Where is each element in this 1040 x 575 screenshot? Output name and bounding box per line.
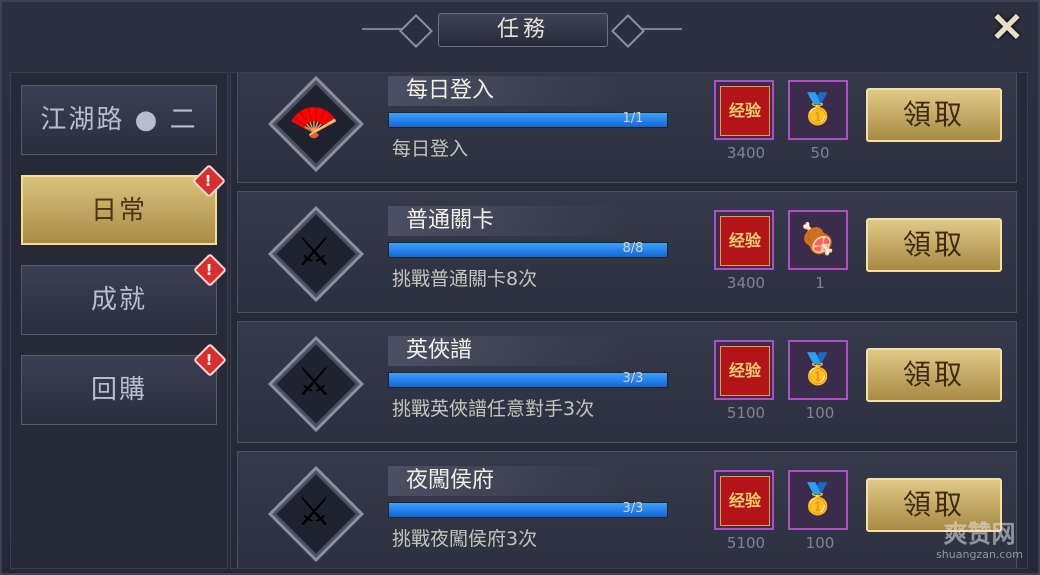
progress-text: 3/3	[622, 501, 644, 516]
title-ornament-right	[611, 14, 645, 48]
reward-count: 5100	[726, 534, 766, 552]
task-description: 挑戰夜闖侯府3次	[392, 528, 538, 550]
title-ornament-line	[362, 28, 402, 30]
task-description: 挑戰英俠譜任意對手3次	[392, 398, 595, 420]
reward-count: 50	[810, 144, 830, 162]
task-row: 🪭 每日登入 1/1 每日登入 经验 3400 🥇 50 領取	[237, 73, 1017, 183]
title-bar: 任務	[362, 9, 682, 49]
task-list[interactable]: 🪭 每日登入 1/1 每日登入 经验 3400 🥇 50 領取 ⚔ 普通關卡 8…	[230, 72, 1028, 569]
tab-label: 回購	[90, 375, 147, 405]
reward-gold[interactable]: 🥇 100	[788, 340, 848, 422]
claim-button[interactable]: 領取	[866, 218, 1002, 272]
gold-ingot-icon: 🥇	[799, 92, 837, 127]
gold-ingot-icon: 🥇	[799, 352, 837, 387]
progress-text: 3/3	[622, 371, 644, 386]
exp-scroll-icon: 经验	[720, 86, 770, 136]
tab-buyback[interactable]: 回購 !	[21, 343, 227, 425]
meat-dish-icon: 🍖	[799, 222, 837, 257]
tab-label: 江湖路 ● 二	[40, 105, 198, 135]
crossed-blades-emblem-icon: ⚔	[296, 359, 332, 405]
reward-exp[interactable]: 经验 5100	[714, 340, 774, 422]
site-watermark: 爽赞网 shuangzan.com	[922, 520, 1037, 574]
reward-exp[interactable]: 经验 3400	[714, 210, 774, 292]
tab-achievement[interactable]: 成就 !	[21, 253, 227, 335]
tab-daily[interactable]: 日常 !	[21, 164, 226, 245]
reward-exp[interactable]: 经验 5100	[714, 470, 774, 552]
watermark-url: shuangzan.com	[936, 548, 1023, 561]
progress-text: 8/8	[622, 241, 644, 256]
task-name: 夜闖侯府	[388, 466, 628, 496]
reward-count: 3400	[726, 144, 766, 162]
reward-count: 5100	[726, 404, 766, 422]
quest-window: 任務 ✕ 江湖路 ● 二 日常 ! 成就 ! 回購 ! 🪭 每日登入 1/1 每…	[0, 0, 1040, 575]
reward-count: 100	[805, 404, 835, 422]
task-description: 每日登入	[392, 138, 469, 160]
task-description: 挑戰普通關卡8次	[392, 268, 538, 290]
title-ornament-left	[399, 14, 433, 48]
reward-count: 3400	[726, 274, 766, 292]
tab-jianghu-road[interactable]: 江湖路 ● 二	[21, 85, 217, 155]
watermark-logo: 爽赞网	[943, 520, 1016, 548]
close-button[interactable]: ✕	[982, 6, 1032, 50]
task-row: ⚔ 夜闖侯府 3/3 挑戰夜闖侯府3次 经验 5100 🥇 100 領取	[237, 451, 1017, 568]
reward-count: 100	[805, 534, 835, 552]
alert-badge: !	[192, 164, 226, 198]
category-sidebar: 江湖路 ● 二 日常 ! 成就 ! 回購 !	[10, 72, 228, 569]
exp-scroll-icon: 经验	[720, 476, 770, 526]
page-title: 任務	[438, 13, 608, 47]
task-row: ⚔ 普通關卡 8/8 挑戰普通關卡8次 经验 3400 🍖 1 領取	[237, 191, 1017, 313]
claim-button[interactable]: 領取	[866, 348, 1002, 402]
alert-badge: !	[193, 343, 227, 377]
tab-label: 成就	[90, 285, 147, 315]
exclamation-icon: !	[204, 172, 214, 190]
task-icon-frame: 🪭	[267, 75, 365, 173]
exp-scroll-icon: 经验	[720, 346, 770, 396]
claim-button[interactable]: 領取	[866, 88, 1002, 142]
task-icon-frame: ⚔	[267, 465, 365, 563]
reward-gold[interactable]: 🥇 100	[788, 470, 848, 552]
reward-count: 1	[815, 274, 825, 292]
task-name: 普通關卡	[388, 206, 628, 236]
exclamation-icon: !	[205, 261, 215, 279]
task-icon-frame: ⚔	[267, 205, 365, 303]
crossed-swords-shield-icon: ⚔	[296, 229, 332, 275]
exp-scroll-icon: 经验	[720, 216, 770, 266]
close-icon: ✕	[990, 4, 1024, 51]
task-icon-frame: ⚔	[267, 335, 365, 433]
alert-badge: !	[193, 253, 227, 287]
tab-label: 日常	[90, 196, 147, 226]
crossed-blades-emblem-icon: ⚔	[296, 489, 332, 535]
gold-ingot-icon: 🥇	[799, 482, 837, 517]
fan-icon: 🪭	[289, 99, 339, 145]
reward-exp[interactable]: 经验 3400	[714, 80, 774, 162]
task-row: ⚔ 英俠譜 3/3 挑戰英俠譜任意對手3次 经验 5100 🥇 100 領取	[237, 321, 1017, 443]
title-ornament-line	[642, 28, 682, 30]
reward-gold[interactable]: 🥇 50	[788, 80, 848, 162]
exclamation-icon: !	[205, 351, 215, 369]
task-name: 每日登入	[388, 76, 628, 106]
progress-text: 1/1	[622, 111, 644, 126]
task-name: 英俠譜	[388, 336, 628, 366]
reward-food[interactable]: 🍖 1	[788, 210, 848, 292]
